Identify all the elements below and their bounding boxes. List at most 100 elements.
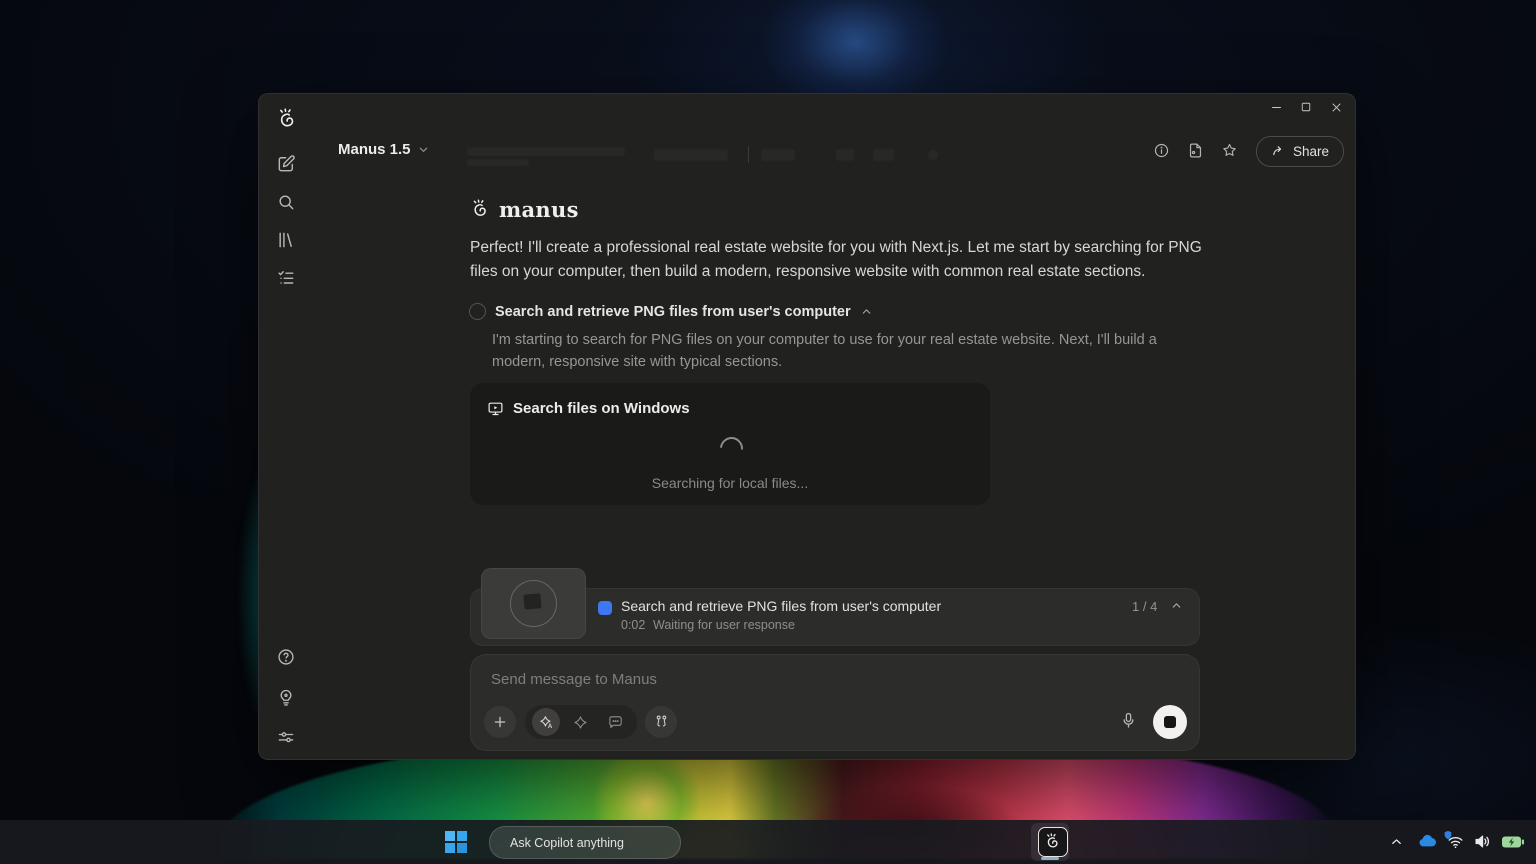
audio-devices-button[interactable] <box>645 706 677 738</box>
export-button[interactable] <box>1187 142 1204 159</box>
chat-bubble-icon <box>609 715 622 728</box>
sidebar-item-search[interactable] <box>276 192 296 212</box>
share-arrow-icon <box>1273 146 1282 156</box>
assistant-message: Perfect! I'll create a professional real… <box>470 239 1202 280</box>
tool-card-status: Searching for local files... <box>651 475 809 491</box>
tool-card-title: Search files on Windows <box>513 400 690 417</box>
start-button[interactable] <box>445 831 467 853</box>
sidebar-item-help[interactable] <box>276 647 296 667</box>
speaker-icon <box>1475 835 1490 848</box>
tray-network[interactable] <box>1444 830 1465 851</box>
task-panel-collapse[interactable] <box>1170 599 1183 612</box>
manus-active-indicator <box>1041 857 1059 860</box>
mode-selector-pill: A <box>525 705 637 739</box>
minimize-button[interactable] <box>1261 97 1291 117</box>
tray-hidden-icons-button[interactable] <box>1389 834 1404 849</box>
step-title: Search and retrieve PNG files from user'… <box>495 303 851 320</box>
desktop: Manus 1.5 Share manus Perfect! I'll crea… <box>0 0 1536 864</box>
sidebar-item-tasks[interactable] <box>276 268 296 288</box>
taskbar-app-manus[interactable] <box>1031 823 1069 861</box>
manus-app-window: Manus 1.5 Share manus Perfect! I'll crea… <box>258 93 1356 760</box>
stop-icon <box>1164 716 1176 728</box>
tray-battery[interactable] <box>1501 834 1525 850</box>
close-button[interactable] <box>1321 97 1351 117</box>
microphone-icon <box>1123 712 1134 728</box>
sidebar-item-ideas[interactable] <box>276 687 296 707</box>
window-controls <box>1261 97 1351 117</box>
task-progress-counter: 1 / 4 <box>1132 599 1158 614</box>
tool-card-header: Search files on Windows <box>487 400 690 417</box>
task-running-indicator <box>598 601 612 615</box>
task-status-text: Waiting for user response <box>653 618 795 632</box>
compose-icon <box>278 155 295 172</box>
chevron-up-icon[interactable] <box>860 305 873 318</box>
share-label: Share <box>1293 144 1330 159</box>
model-selector[interactable]: Manus 1.5 <box>338 141 430 158</box>
tray-onedrive[interactable] <box>1417 831 1438 852</box>
stop-button[interactable] <box>1153 705 1187 739</box>
agent-mode-icon: A <box>539 715 552 730</box>
knot-mode-button[interactable] <box>563 705 598 739</box>
redacted-text <box>873 149 894 161</box>
copilot-search-input[interactable] <box>490 834 673 851</box>
computer-icon <box>488 402 503 416</box>
svg-text:A: A <box>547 724 552 730</box>
computer-preview-thumbnail[interactable] <box>481 568 586 639</box>
redacted-text <box>654 149 728 161</box>
step-status-circle <box>469 303 486 320</box>
search-icon <box>279 195 294 210</box>
agent-mode-button[interactable]: A <box>532 708 560 736</box>
redacted-text <box>467 159 529 166</box>
tray-volume[interactable] <box>1473 832 1492 851</box>
sidebar-item-new-task[interactable] <box>276 154 296 174</box>
plus-icon <box>494 716 506 728</box>
manus-logo-icon <box>473 199 486 216</box>
star-icon <box>1223 143 1236 156</box>
chevron-up-icon <box>1172 603 1181 608</box>
model-selector-label: Manus 1.5 <box>338 141 411 158</box>
chevron-down-icon <box>419 147 427 152</box>
sidebar-item-library[interactable] <box>276 230 296 250</box>
voice-input-button[interactable] <box>1119 711 1138 730</box>
attach-button[interactable] <box>484 706 516 738</box>
sliders-icon <box>278 732 294 743</box>
maximize-button[interactable] <box>1291 97 1321 117</box>
redacted-text <box>928 150 938 160</box>
export-file-icon <box>1189 143 1202 158</box>
info-icon <box>1154 143 1169 158</box>
task-elapsed-time: 0:02 <box>621 618 646 632</box>
manus-logo-icon <box>279 108 294 127</box>
assistant-brand: manus <box>470 197 579 222</box>
onedrive-cloud-icon <box>1419 834 1436 847</box>
share-button[interactable]: Share <box>1256 136 1345 167</box>
tool-card[interactable]: Search files on Windows Searching for lo… <box>470 383 990 505</box>
earbuds-icon <box>656 715 666 727</box>
loading-spinner <box>715 432 748 465</box>
thumbnail-screen-glyph <box>523 593 542 610</box>
chat-mode-button[interactable] <box>598 705 633 739</box>
redacted-text <box>761 149 795 161</box>
redacted-text <box>836 149 854 161</box>
vpn-shield-badge <box>1444 830 1452 840</box>
chevron-up-icon <box>1392 839 1401 844</box>
library-icon <box>279 232 292 248</box>
knot-icon <box>574 715 587 729</box>
redacted-text <box>467 147 625 156</box>
step-header[interactable]: Search and retrieve PNG files from user'… <box>469 303 873 320</box>
sidebar-item-settings[interactable] <box>276 727 296 747</box>
manus-app-tile <box>1038 827 1068 857</box>
windows-logo-icon <box>445 831 467 853</box>
checklist-icon <box>278 271 294 284</box>
composer[interactable]: A <box>470 654 1200 751</box>
message-input[interactable] <box>489 665 1053 693</box>
battery-charging-icon <box>1502 836 1524 848</box>
lightbulb-icon <box>280 689 292 706</box>
divider <box>748 146 749 163</box>
manus-logo-icon <box>1047 833 1058 848</box>
copilot-search[interactable] <box>489 826 681 859</box>
info-button[interactable] <box>1153 142 1170 159</box>
step-description: I'm starting to search for PNG files on … <box>492 332 1157 370</box>
windows-taskbar: M365 <box>0 820 1536 864</box>
favorite-button[interactable] <box>1221 142 1238 159</box>
sidebar-manus-logo[interactable] <box>276 108 299 131</box>
